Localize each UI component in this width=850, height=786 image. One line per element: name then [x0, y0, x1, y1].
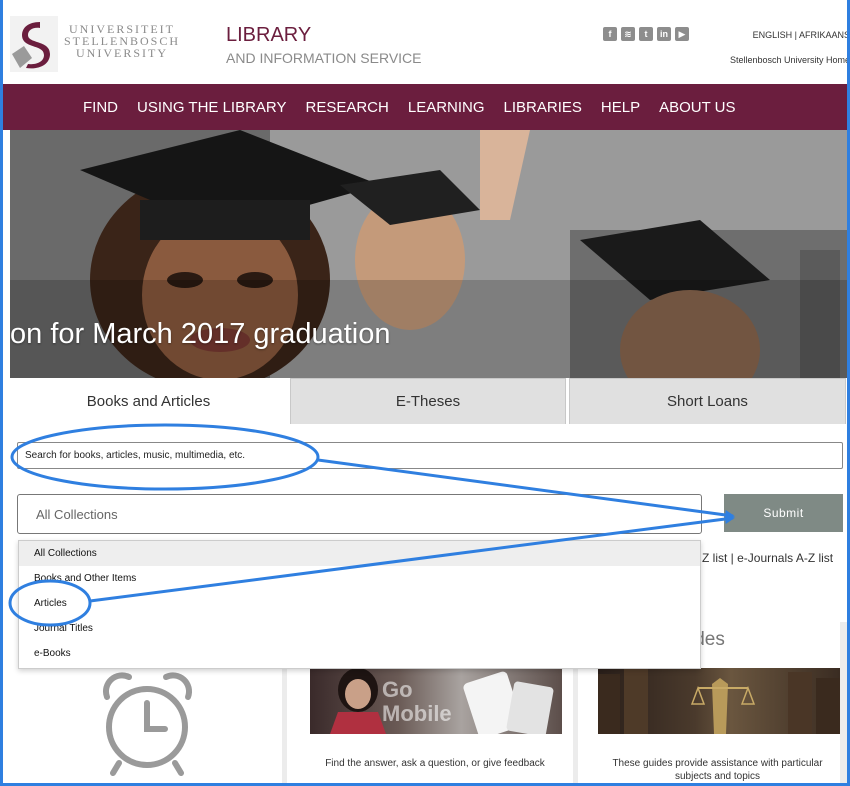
hero-caption[interactable]: on for March 2017 graduation	[10, 318, 390, 351]
dropdown-option-all-collections[interactable]: All Collections	[19, 541, 700, 566]
justice-statue-illustration	[598, 668, 840, 734]
az-links[interactable]: Z list | e-Journals A-Z list	[702, 551, 833, 565]
library-title[interactable]: LIBRARY	[226, 24, 311, 46]
site-header: UNIVERSITEIT STELLENBOSCH UNIVERSITY LIB…	[0, 0, 850, 84]
tab-e-theses[interactable]: E-Theses	[290, 378, 566, 424]
library-subtitle: AND INFORMATION SERVICE	[226, 50, 422, 66]
dropdown-option-journal-titles[interactable]: Journal Titles	[19, 616, 700, 641]
nav-item-research[interactable]: RESEARCH	[306, 99, 389, 116]
go-mobile-text: Go Mobile	[382, 677, 452, 726]
twitter-icon[interactable]: t	[639, 27, 653, 41]
main-nav: FIND USING THE LIBRARY RESEARCH LEARNING…	[0, 84, 850, 130]
nav-item-using-the-library[interactable]: USING THE LIBRARY	[137, 99, 287, 116]
nav-item-find[interactable]: FIND	[83, 99, 118, 116]
search-input[interactable]	[17, 442, 843, 469]
submit-button[interactable]: Submit	[724, 494, 843, 532]
go-mobile-image[interactable]: Go Mobile	[310, 668, 562, 734]
search-tabs: Books and Articles E-Theses Short Loans	[10, 378, 850, 424]
dropdown-option-articles[interactable]: Articles	[19, 591, 700, 616]
university-logo-icon[interactable]	[10, 16, 58, 72]
nav-item-learning[interactable]: LEARNING	[408, 99, 485, 116]
subject-guides-text[interactable]: These guides provide assistance with par…	[605, 757, 830, 783]
collection-select-value: All Collections	[36, 506, 118, 522]
dropdown-option-books-and-other-items[interactable]: Books and Other Items	[19, 566, 700, 591]
social-links: f ≋ t in ▶	[603, 27, 689, 41]
nav-item-libraries[interactable]: LIBRARIES	[504, 99, 582, 116]
language-links[interactable]: ENGLISH | AFRIKAANS	[753, 30, 850, 40]
facebook-icon[interactable]: f	[603, 27, 617, 41]
nav-item-help[interactable]: HELP	[601, 99, 640, 116]
youtube-icon[interactable]: ▶	[675, 27, 689, 41]
hero-banner[interactable]: on for March 2017 graduation	[10, 130, 850, 378]
alarm-clock-icon	[102, 672, 193, 776]
university-name: UNIVERSITEIT STELLENBOSCH UNIVERSITY	[64, 23, 180, 59]
nav-item-about-us[interactable]: ABOUT US	[659, 99, 735, 116]
dropdown-option-e-books[interactable]: e-Books	[19, 641, 700, 666]
linkedin-icon[interactable]: in	[657, 27, 671, 41]
tab-books-and-articles[interactable]: Books and Articles	[10, 378, 287, 424]
tab-short-loans[interactable]: Short Loans	[569, 378, 846, 424]
collection-select[interactable]: All Collections	[17, 494, 702, 534]
university-line-3: UNIVERSITY	[76, 46, 168, 60]
rss-icon[interactable]: ≋	[621, 27, 635, 41]
collection-dropdown: All Collections Books and Other Items Ar…	[18, 540, 701, 669]
university-home-link[interactable]: Stellenbosch University Home	[730, 55, 850, 65]
ask-librarian-text[interactable]: Find the answer, ask a question, or give…	[325, 757, 545, 770]
subject-guides-image[interactable]	[598, 668, 840, 734]
